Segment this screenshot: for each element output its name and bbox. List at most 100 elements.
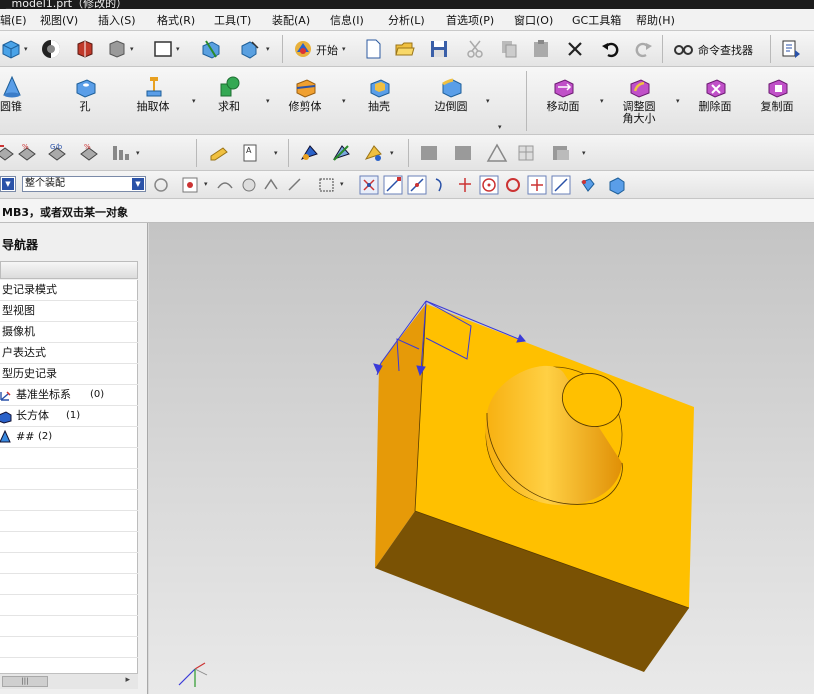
datum-csys-icon [0,391,11,401]
nav-row-cameras[interactable]: 摄像机 [0,322,138,343]
nav-row-datum-csys[interactable]: 基准坐标系 (0) [0,385,138,406]
unite-button[interactable]: 求和 [198,67,260,135]
menu-assemblies[interactable]: 装配(A) [272,12,310,28]
intersection-snap-icon[interactable] [454,174,476,196]
nav-row-model-views[interactable]: 型视图 [0,301,138,322]
select-feature-icon[interactable] [180,174,202,196]
save-icon[interactable] [428,38,450,60]
existing-point-snap-icon[interactable] [526,174,548,196]
hole-button[interactable]: 孔 [54,67,116,135]
resize-blend-button[interactable]: 调整圆角大小 [608,67,670,135]
menu-help[interactable]: 帮助(H) [636,12,675,28]
menu-edit[interactable]: 辑(E) [0,12,27,28]
groove-icon[interactable] [0,142,16,164]
nav-row-model-history[interactable]: 型历史记录 [0,364,138,385]
navigator-column-header[interactable] [0,261,138,279]
curve-rule-icon[interactable] [214,174,236,196]
command-finder-button[interactable]: 命令查找器 [698,42,753,58]
snap-point-icon[interactable] [238,174,260,196]
translucent-view-icon[interactable] [106,38,128,60]
information-window-icon[interactable] [780,38,802,60]
nav-row-cone[interactable]: ## (2) [0,427,138,448]
shaded-view-icon[interactable] [74,38,96,60]
point-on-curve-snap-icon[interactable] [550,174,572,196]
table-note-icon[interactable] [516,142,538,164]
menu-view[interactable]: 视图(V) [40,12,78,28]
trim-body-button[interactable]: 修剪体 [274,67,336,135]
pattern-face-icon[interactable] [110,142,132,164]
delete-icon[interactable] [564,38,586,60]
fit-view-icon[interactable] [40,38,62,60]
edge-blend-button[interactable]: 边倒圆 [420,67,482,135]
pencil-icon[interactable] [208,142,230,164]
extract-body-icon [146,77,162,97]
text-note-icon[interactable]: A [240,142,262,164]
menu-analysis[interactable]: 分析(L) [388,12,425,28]
offset-region-icon[interactable]: % [16,142,38,164]
unite-icon [220,76,240,97]
drawing-frame-icon[interactable] [418,142,440,164]
copy-icon[interactable] [498,38,520,60]
cone-label: 圆锥 [0,100,22,113]
layer-settings-icon[interactable] [550,142,572,164]
midpoint-snap-icon[interactable] [406,174,428,196]
standard-toolbar: ▾ ▾ ▾ ▾ 开始 ▾ 命令查找器 [0,31,814,67]
move-face-button[interactable]: 移动面 [532,67,594,135]
start-icon[interactable] [292,38,314,60]
measure-tool-icon[interactable] [330,142,352,164]
open-folder-icon[interactable] [394,38,416,60]
enable-snap-icon[interactable] [358,174,380,196]
tangent-icon[interactable] [284,174,306,196]
plm-tool-icon[interactable] [362,142,384,164]
nav-row-label: ## [16,430,35,443]
copy-face-button[interactable]: 复制面 [746,67,808,135]
selection-filter-icon[interactable] [150,174,172,196]
nav-row-history-mode[interactable]: 史记录模式 [0,280,138,301]
model-view[interactable] [149,223,814,694]
nav-row-user-expressions[interactable]: 户表达式 [0,343,138,364]
svg-text:A: A [246,146,252,155]
arc-center-snap-icon[interactable] [478,174,500,196]
background-icon[interactable] [152,38,174,60]
render-style-icon[interactable] [0,38,22,60]
cut-icon[interactable] [464,38,486,60]
cone-button[interactable]: 圆锥 [0,67,42,135]
endpoint-snap-icon[interactable] [382,174,404,196]
resize-face-icon[interactable]: % [78,142,100,164]
nav-row-label: 长方体 [16,409,49,422]
menu-insert[interactable]: 插入(S) [98,12,136,28]
menu-tools[interactable]: 工具(T) [214,12,251,28]
nav-row-block[interactable]: 长方体 (1) [0,406,138,427]
start-button[interactable]: 开始 [316,42,338,58]
new-file-icon[interactable] [362,38,384,60]
menu-format[interactable]: 格式(R) [157,12,195,28]
menu-gc-toolkit[interactable]: GC工具箱 [572,12,621,28]
section-view-icon[interactable] [200,38,222,60]
type-filter-dropdown[interactable]: ▼ [0,176,16,192]
menu-preferences[interactable]: 首选项(P) [446,12,494,28]
delete-face-button[interactable]: 删除面 [684,67,746,135]
shell-button[interactable]: 抽壳 [348,67,410,135]
redo-icon[interactable] [632,38,654,60]
rectangle-select-icon[interactable] [316,174,338,196]
triangle-icon[interactable] [486,142,508,164]
navigator-horizontal-scrollbar[interactable]: ||| ▸ [0,673,138,689]
feature-toolbar: 圆锥 孔 抽取体 ▾ 求和 ▾ 修剪体 ▾ 抽壳 边倒圆 ▾ ▾ 移动面 ▾ 调… [0,67,814,135]
menu-information[interactable]: 信息(I) [330,12,364,28]
menu-window[interactable]: 窗口(O) [514,12,553,28]
view-orientation-icon[interactable] [238,38,260,60]
quadrant-snap-icon[interactable] [502,174,524,196]
drafting-tool-icon[interactable] [298,142,320,164]
undo-icon[interactable] [600,38,622,60]
scope-dropdown[interactable]: 整个装配 ▼ [22,176,146,192]
paste-icon[interactable] [530,38,552,60]
drawing-sheet-icon[interactable] [452,142,474,164]
point-on-face-snap-icon[interactable] [576,174,598,196]
control-point-snap-icon[interactable] [430,174,452,196]
snap-to-body-icon[interactable] [606,174,628,196]
replace-face-icon[interactable]: G/b [46,142,68,164]
command-finder-icon[interactable] [672,38,694,60]
extract-body-button[interactable]: 抽取体 [122,67,184,135]
graphics-window[interactable] [149,223,814,694]
arc-center-icon[interactable] [260,174,282,196]
